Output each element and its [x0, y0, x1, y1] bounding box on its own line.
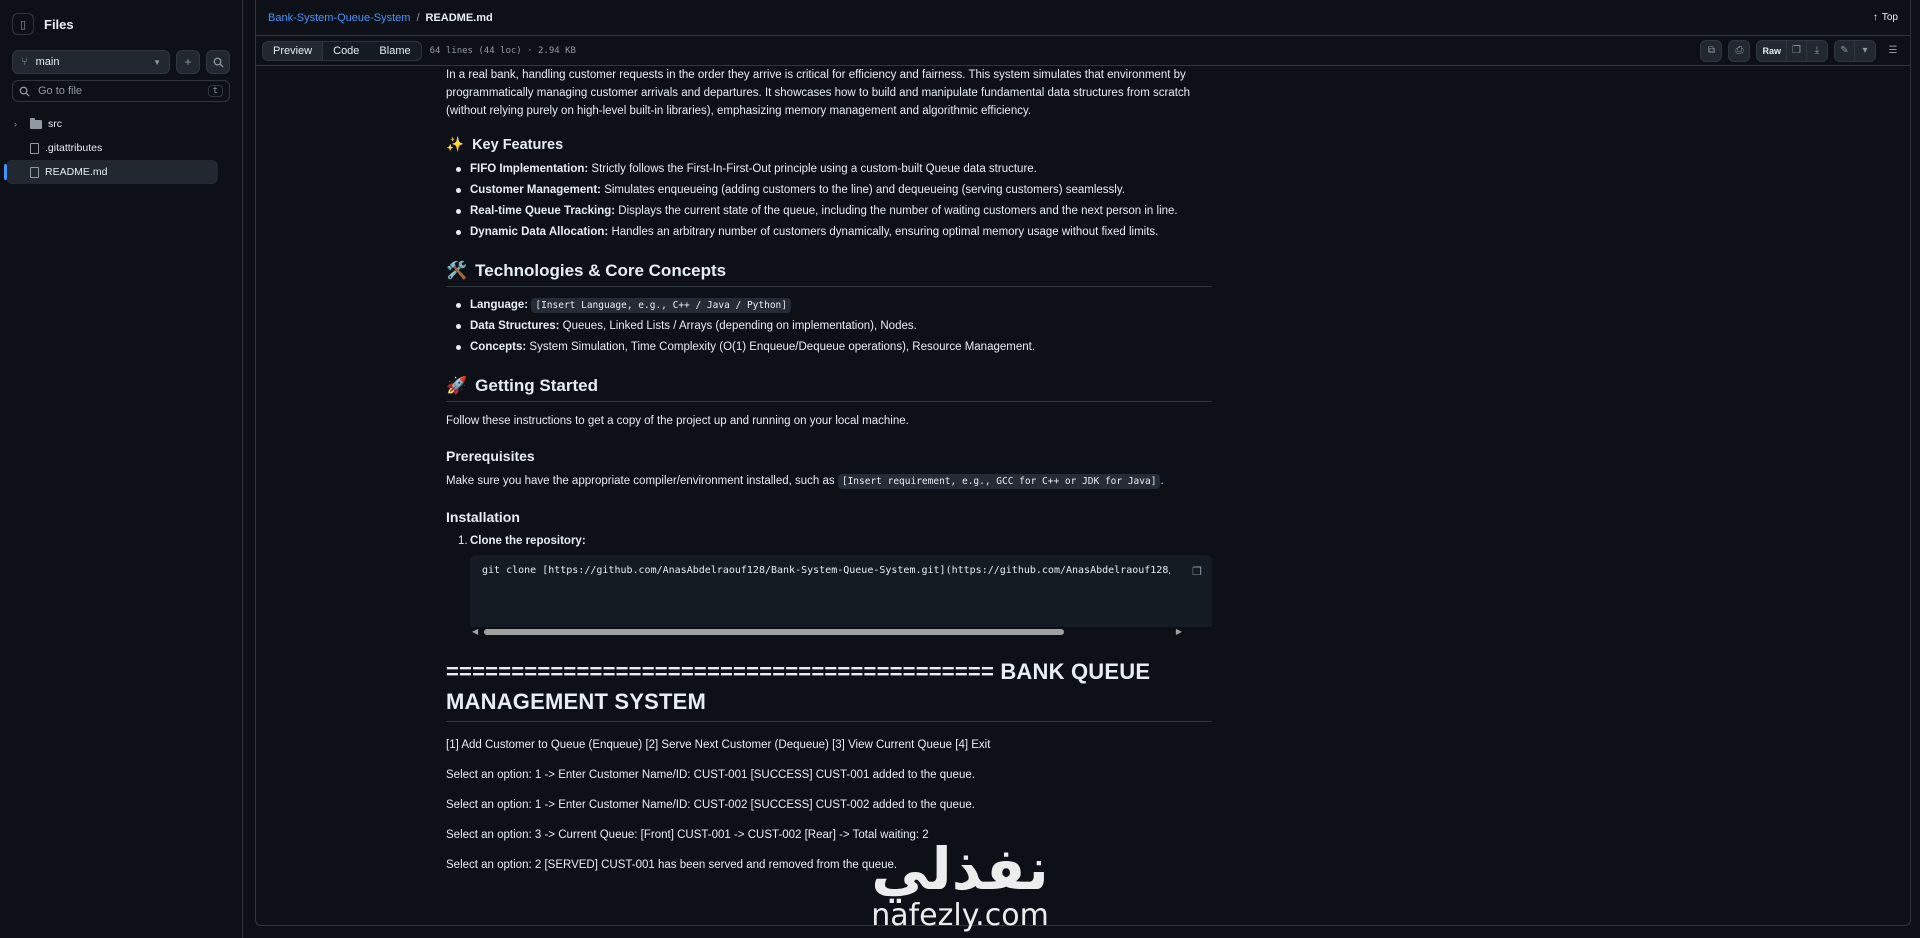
- tab-code[interactable]: Code: [323, 42, 369, 60]
- sidebar-controls: ⑂ main ▼ +: [0, 50, 242, 74]
- file-icon: [30, 166, 39, 178]
- edit-group: ✎ ▾: [1834, 39, 1876, 62]
- prerequisites-heading: Prerequisites: [446, 448, 535, 464]
- list-item: Real-time Queue Tracking: Displays the c…: [456, 201, 1212, 222]
- features-heading: ✨ Key Features: [446, 136, 1212, 154]
- copilot-icon[interactable]: ⧉: [1700, 39, 1723, 62]
- chevron-down-icon[interactable]: ▾: [1855, 41, 1875, 61]
- getting-started-heading-text: Getting Started: [475, 376, 598, 395]
- rocket-icon: 🚀: [446, 376, 468, 395]
- list-item: Data Structures: Queues, Linked Lists / …: [456, 316, 1212, 337]
- intro-paragraph: In a real bank, handling customer reques…: [446, 69, 1191, 117]
- tree-item-label: src: [48, 118, 62, 130]
- horizontal-scrollbar[interactable]: ◀ ▶: [470, 627, 1212, 637]
- chevron-down-icon: ▼: [153, 57, 161, 67]
- output-line: Select an option: 1 -> Enter Customer Na…: [446, 769, 975, 781]
- file-sidebar: ▯ Files ⑂ main ▼ + Go to file t › src .g…: [0, 0, 243, 938]
- file-tree: › src .gitattributes README.md: [0, 112, 242, 184]
- chevron-right-icon: ›: [14, 119, 17, 129]
- tab-blame[interactable]: Blame: [369, 42, 420, 60]
- list-item: Concepts: System Simulation, Time Comple…: [456, 337, 1212, 358]
- tech-heading: 🛠️ Technologies & Core Concepts: [446, 261, 1212, 287]
- download-icon[interactable]: ⤓: [1807, 41, 1827, 61]
- tree-item-label: .gitattributes: [45, 142, 103, 154]
- file-meta: 64 lines (44 loc) · 2.94 KB: [429, 45, 576, 56]
- features-list: FIFO Implementation: Strictly follows th…: [446, 159, 1212, 243]
- shortcut-hint: t: [207, 85, 223, 97]
- tech-list: Language: [Insert Language, e.g., C++ / …: [446, 295, 1212, 358]
- breadcrumb-file: README.md: [425, 11, 493, 24]
- output-line: Select an option: 1 -> Enter Customer Na…: [446, 799, 975, 811]
- output-line: Select an option: 3 -> Current Queue: [F…: [446, 829, 929, 841]
- branch-selector[interactable]: ⑂ main ▼: [12, 50, 170, 74]
- clone-code-block: git clone [https://github.com/AnasAbdelr…: [470, 555, 1212, 637]
- copy-icon[interactable]: ❐: [1192, 565, 1202, 578]
- readme-content: In a real bank, handling customer reques…: [446, 66, 1212, 874]
- watermark-logo: نفذلي nafezly.com: [850, 838, 1070, 932]
- output-line: [1] Add Customer to Queue (Enqueue) [2] …: [446, 739, 991, 751]
- tree-item-readme[interactable]: README.md: [4, 160, 218, 184]
- arrow-up-icon: ↑: [1872, 12, 1878, 23]
- clone-command: git clone [https://github.com/AnasAbdelr…: [482, 565, 1170, 576]
- top-label: Top: [1881, 12, 1898, 23]
- breadcrumb: Bank-System-Queue-System / README.md ↑ T…: [256, 0, 1910, 36]
- list-item: FIFO Implementation: Strictly follows th…: [456, 159, 1212, 180]
- scrollbar-thumb[interactable]: [484, 629, 1064, 635]
- pencil-icon[interactable]: ✎: [1835, 40, 1855, 61]
- list-item: Customer Management: Simulates enqueuein…: [456, 180, 1212, 201]
- add-file-button[interactable]: +: [176, 50, 200, 74]
- scroll-left-icon[interactable]: ◀: [472, 627, 478, 636]
- toolbar-actions: ⧉ ⎙ Raw ❐ ⤓ ✎ ▾ ☰: [1700, 39, 1904, 62]
- clone-step: Clone the repository:: [446, 535, 1212, 547]
- tree-item-src[interactable]: › src: [6, 112, 236, 136]
- tech-heading-text: Technologies & Core Concepts: [475, 261, 727, 280]
- file-icon: [30, 142, 39, 154]
- sidebar-title: Files: [44, 16, 74, 32]
- list-item: Language: [Insert Language, e.g., C++ / …: [456, 295, 1212, 316]
- tree-item-gitattributes[interactable]: .gitattributes: [6, 136, 236, 160]
- bank-queue-heading: ========================================…: [446, 657, 1212, 722]
- list-item: Dynamic Data Allocation: Handles an arbi…: [456, 222, 1212, 243]
- prerequisites-text: Make sure you have the appropriate compi…: [446, 474, 1164, 489]
- sidebar-header: ▯ Files: [0, 0, 242, 48]
- top-button[interactable]: ↑ Top: [1873, 12, 1898, 23]
- installation-heading: Installation: [446, 509, 520, 525]
- tab-preview[interactable]: Preview: [263, 41, 324, 60]
- features-heading-text: Key Features: [472, 136, 564, 153]
- view-mode-tabs: Preview Code Blame: [262, 40, 422, 61]
- search-icon: [19, 86, 30, 97]
- sparkles-icon: ✨: [446, 137, 465, 153]
- folder-icon: [30, 117, 42, 129]
- collapse-sidebar-icon[interactable]: ▯: [12, 13, 34, 35]
- branch-icon: ⑂: [21, 56, 28, 68]
- search-icon: [213, 57, 224, 68]
- getting-started-text: Follow these instructions to get a copy …: [446, 415, 909, 427]
- copy-icon[interactable]: ❐: [1787, 40, 1807, 61]
- raw-copy-download-group: Raw ❐ ⤓: [1756, 39, 1828, 62]
- watermark-latin: nafezly.com: [871, 898, 1049, 933]
- file-toolbar: Preview Code Blame 64 lines (44 loc) · 2…: [256, 36, 1910, 66]
- go-to-file-input[interactable]: Go to file t: [12, 80, 230, 102]
- scroll-right-icon[interactable]: ▶: [1176, 627, 1182, 636]
- go-to-file-placeholder: Go to file: [38, 85, 83, 97]
- breadcrumb-repo-link[interactable]: Bank-System-Queue-System: [268, 12, 410, 24]
- watermark-arabic: نفذلي: [871, 835, 1049, 903]
- outline-icon[interactable]: ☰: [1882, 40, 1904, 62]
- breadcrumb-separator: /: [416, 11, 420, 24]
- raw-button[interactable]: Raw: [1757, 40, 1787, 61]
- branch-name: main: [35, 56, 60, 68]
- symbols-icon[interactable]: ⎙: [1728, 39, 1751, 62]
- tree-item-label: README.md: [45, 166, 108, 178]
- search-button[interactable]: [206, 50, 230, 74]
- tools-icon: 🛠️: [446, 261, 468, 280]
- output-line: Select an option: 2 [SERVED] CUST-001 ha…: [446, 859, 898, 871]
- getting-started-heading: 🚀 Getting Started: [446, 376, 1212, 402]
